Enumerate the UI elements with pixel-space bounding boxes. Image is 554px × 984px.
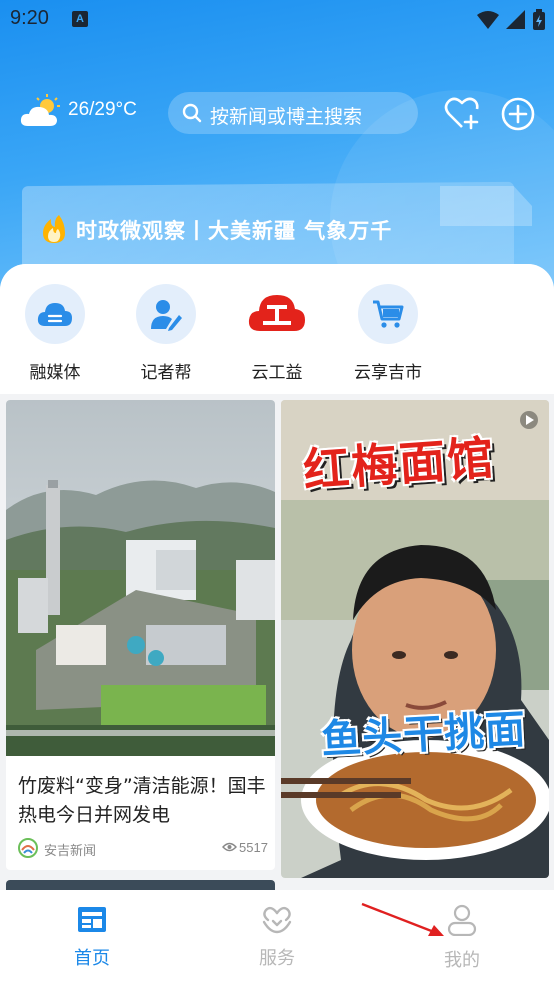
video-overlay-title: 红梅面馆 — [301, 430, 497, 498]
quick-link-yunxiangjishi[interactable]: 云享吉市 — [343, 284, 433, 383]
service-heart-icon — [262, 906, 292, 934]
news-card[interactable]: 竹废料“变身”清洁能源！国丰热电今日并网发电 安吉新闻 5517 — [6, 400, 275, 870]
annotation-arrow — [361, 902, 444, 936]
eye-icon — [222, 842, 237, 852]
nav-home-label: 首页 — [74, 948, 110, 969]
quick-link-label: 记者帮 — [140, 363, 192, 383]
signal-icon — [505, 9, 525, 29]
news-feed: 竹废料“变身”清洁能源！国丰热电今日并网发电 安吉新闻 5517 红梅面馆 鱼头… — [0, 400, 554, 910]
search-icon — [182, 103, 202, 123]
quick-link-jizhebang[interactable]: 记者帮 — [121, 284, 211, 383]
yun-gongyi-logo — [247, 284, 307, 344]
quick-link-rongmeiti[interactable]: 融媒体 — [10, 284, 100, 383]
noodle-shop-photo: 红梅面馆 鱼头干挑面 — [281, 400, 549, 878]
quick-link-yungongyi[interactable]: 云工益 — [232, 284, 322, 383]
status-time: 9:20 — [10, 7, 49, 29]
quick-links: 融媒体 记者帮 云工益 云享吉市 — [0, 264, 554, 394]
headline-text[interactable]: 时政微观察丨大美新疆 气象万千 — [76, 215, 392, 245]
anji-news-logo-icon — [18, 838, 38, 858]
shopping-cart-icon — [358, 284, 418, 344]
power-plant-photo — [6, 400, 275, 756]
nav-mine-label: 我的 — [444, 950, 480, 971]
quick-link-label: 云工益 — [251, 363, 303, 383]
video-card[interactable]: 红梅面馆 鱼头干挑面 — [281, 400, 549, 878]
user-icon — [447, 904, 477, 937]
status-bar: 9:20 A — [0, 0, 554, 38]
bottom-navigation: 首页 服务 我的 — [0, 890, 554, 984]
partly-cloudy-icon[interactable] — [20, 94, 64, 128]
news-source[interactable]: 安吉新闻 — [44, 840, 96, 859]
nav-service-label: 服务 — [259, 948, 295, 969]
reporter-icon — [136, 284, 196, 344]
battery-icon — [533, 8, 545, 30]
search-placeholder: 按新闻或博主搜索 — [210, 106, 363, 128]
quick-link-label: 云享吉市 — [354, 363, 422, 383]
notification-icon: A — [72, 11, 88, 27]
nav-home[interactable]: 首页 — [32, 904, 152, 970]
view-count: 5517 — [239, 840, 268, 855]
video-overlay-subtitle: 鱼头干挑面 — [320, 706, 528, 764]
cloud-chat-icon — [25, 284, 85, 344]
fire-icon — [43, 215, 65, 243]
status-icons — [477, 6, 546, 31]
weather-temperature[interactable]: 26/29°C — [68, 99, 137, 121]
plus-circle-icon[interactable] — [500, 96, 536, 132]
headline-banner-decoration — [440, 186, 532, 226]
news-icon — [78, 907, 106, 932]
news-card-title[interactable]: 竹废料“变身”清洁能源！国丰热电今日并网发电 — [18, 772, 268, 830]
heart-plus-icon[interactable] — [444, 96, 480, 132]
search-input[interactable]: 按新闻或博主搜索 — [168, 92, 418, 134]
top-bar: 26/29°C 按新闻或博主搜索 — [0, 88, 554, 140]
quick-link-label: 融媒体 — [29, 363, 81, 383]
nav-service[interactable]: 服务 — [217, 904, 337, 970]
wifi-icon — [477, 10, 500, 29]
